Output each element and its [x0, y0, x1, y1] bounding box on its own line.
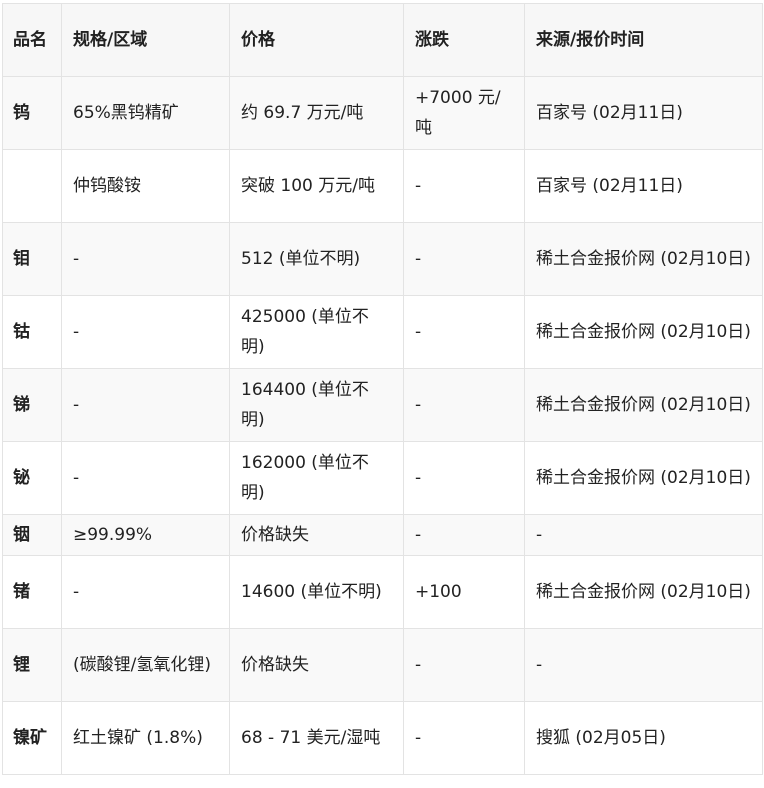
header-row: 品名 规格/区域 价格 涨跌 来源/报价时间	[2, 3, 763, 77]
cell-spec: -	[61, 295, 230, 369]
cell-change: -	[403, 295, 525, 369]
cell-product: 锑	[2, 368, 62, 442]
header-change: 涨跌	[403, 3, 525, 77]
table-row: 钼 - 512 (单位不明) - 稀土合金报价网 (02月10日)	[2, 222, 763, 296]
cell-product: 钴	[2, 295, 62, 369]
cell-product	[2, 149, 62, 223]
cell-spec: -	[61, 555, 230, 629]
cell-price: 约 69.7 万元/吨	[229, 76, 404, 150]
cell-price: 68 - 71 美元/湿吨	[229, 701, 404, 775]
cell-price: 价格缺失	[229, 628, 404, 702]
header-source: 来源/报价时间	[524, 3, 763, 77]
cell-price: 512 (单位不明)	[229, 222, 404, 296]
cell-source: 稀土合金报价网 (02月10日)	[524, 555, 763, 629]
cell-product: 铟	[2, 514, 62, 556]
cell-spec: -	[61, 441, 230, 515]
table-row: 铟 ≥99.99% 价格缺失 - -	[2, 514, 763, 556]
cell-source: 稀土合金报价网 (02月10日)	[524, 222, 763, 296]
cell-change: -	[403, 628, 525, 702]
cell-source: 百家号 (02月11日)	[524, 76, 763, 150]
cell-product: 铋	[2, 441, 62, 515]
cell-change: -	[403, 514, 525, 556]
cell-change: -	[403, 368, 525, 442]
cell-spec: ≥99.99%	[61, 514, 230, 556]
cell-spec: 65%黑钨精矿	[61, 76, 230, 150]
cell-source: 百家号 (02月11日)	[524, 149, 763, 223]
cell-spec: 红土镍矿 (1.8%)	[61, 701, 230, 775]
table-row: 锑 - 164400 (单位不明) - 稀土合金报价网 (02月10日)	[2, 368, 763, 442]
cell-spec: 仲钨酸铵	[61, 149, 230, 223]
cell-change: -	[403, 222, 525, 296]
price-table: 品名 规格/区域 价格 涨跌 来源/报价时间 钨 65%黑钨精矿 约 69.7 …	[2, 3, 763, 775]
cell-price: 突破 100 万元/吨	[229, 149, 404, 223]
cell-change: -	[403, 441, 525, 515]
table-row: 锂 (碳酸锂/氢氧化锂) 价格缺失 - -	[2, 628, 763, 702]
cell-spec: -	[61, 368, 230, 442]
table-row: 铋 - 162000 (单位不明) - 稀土合金报价网 (02月10日)	[2, 441, 763, 515]
cell-product: 镍矿	[2, 701, 62, 775]
table-row: 钨 65%黑钨精矿 约 69.7 万元/吨 +7000 元/吨 百家号 (02月…	[2, 76, 763, 150]
cell-spec: -	[61, 222, 230, 296]
cell-product: 锂	[2, 628, 62, 702]
table-row: 仲钨酸铵 突破 100 万元/吨 - 百家号 (02月11日)	[2, 149, 763, 223]
cell-source: 稀土合金报价网 (02月10日)	[524, 368, 763, 442]
header-price: 价格	[229, 3, 404, 77]
cell-change: +7000 元/吨	[403, 76, 525, 150]
cell-product: 钨	[2, 76, 62, 150]
cell-price: 价格缺失	[229, 514, 404, 556]
cell-source: 稀土合金报价网 (02月10日)	[524, 295, 763, 369]
cell-change: -	[403, 701, 525, 775]
cell-product: 锗	[2, 555, 62, 629]
cell-price: 164400 (单位不明)	[229, 368, 404, 442]
cell-source: 搜狐 (02月05日)	[524, 701, 763, 775]
cell-change: -	[403, 149, 525, 223]
cell-source: -	[524, 514, 763, 556]
table-row: 镍矿 红土镍矿 (1.8%) 68 - 71 美元/湿吨 - 搜狐 (02月05…	[2, 701, 763, 775]
cell-price: 425000 (单位不明)	[229, 295, 404, 369]
table-row: 锗 - 14600 (单位不明) +100 稀土合金报价网 (02月10日)	[2, 555, 763, 629]
header-spec: 规格/区域	[61, 3, 230, 77]
cell-price: 162000 (单位不明)	[229, 441, 404, 515]
cell-source: 稀土合金报价网 (02月10日)	[524, 441, 763, 515]
cell-change: +100	[403, 555, 525, 629]
header-product: 品名	[2, 3, 62, 77]
cell-price: 14600 (单位不明)	[229, 555, 404, 629]
cell-source: -	[524, 628, 763, 702]
table-row: 钴 - 425000 (单位不明) - 稀土合金报价网 (02月10日)	[2, 295, 763, 369]
cell-spec: (碳酸锂/氢氧化锂)	[61, 628, 230, 702]
cell-product: 钼	[2, 222, 62, 296]
